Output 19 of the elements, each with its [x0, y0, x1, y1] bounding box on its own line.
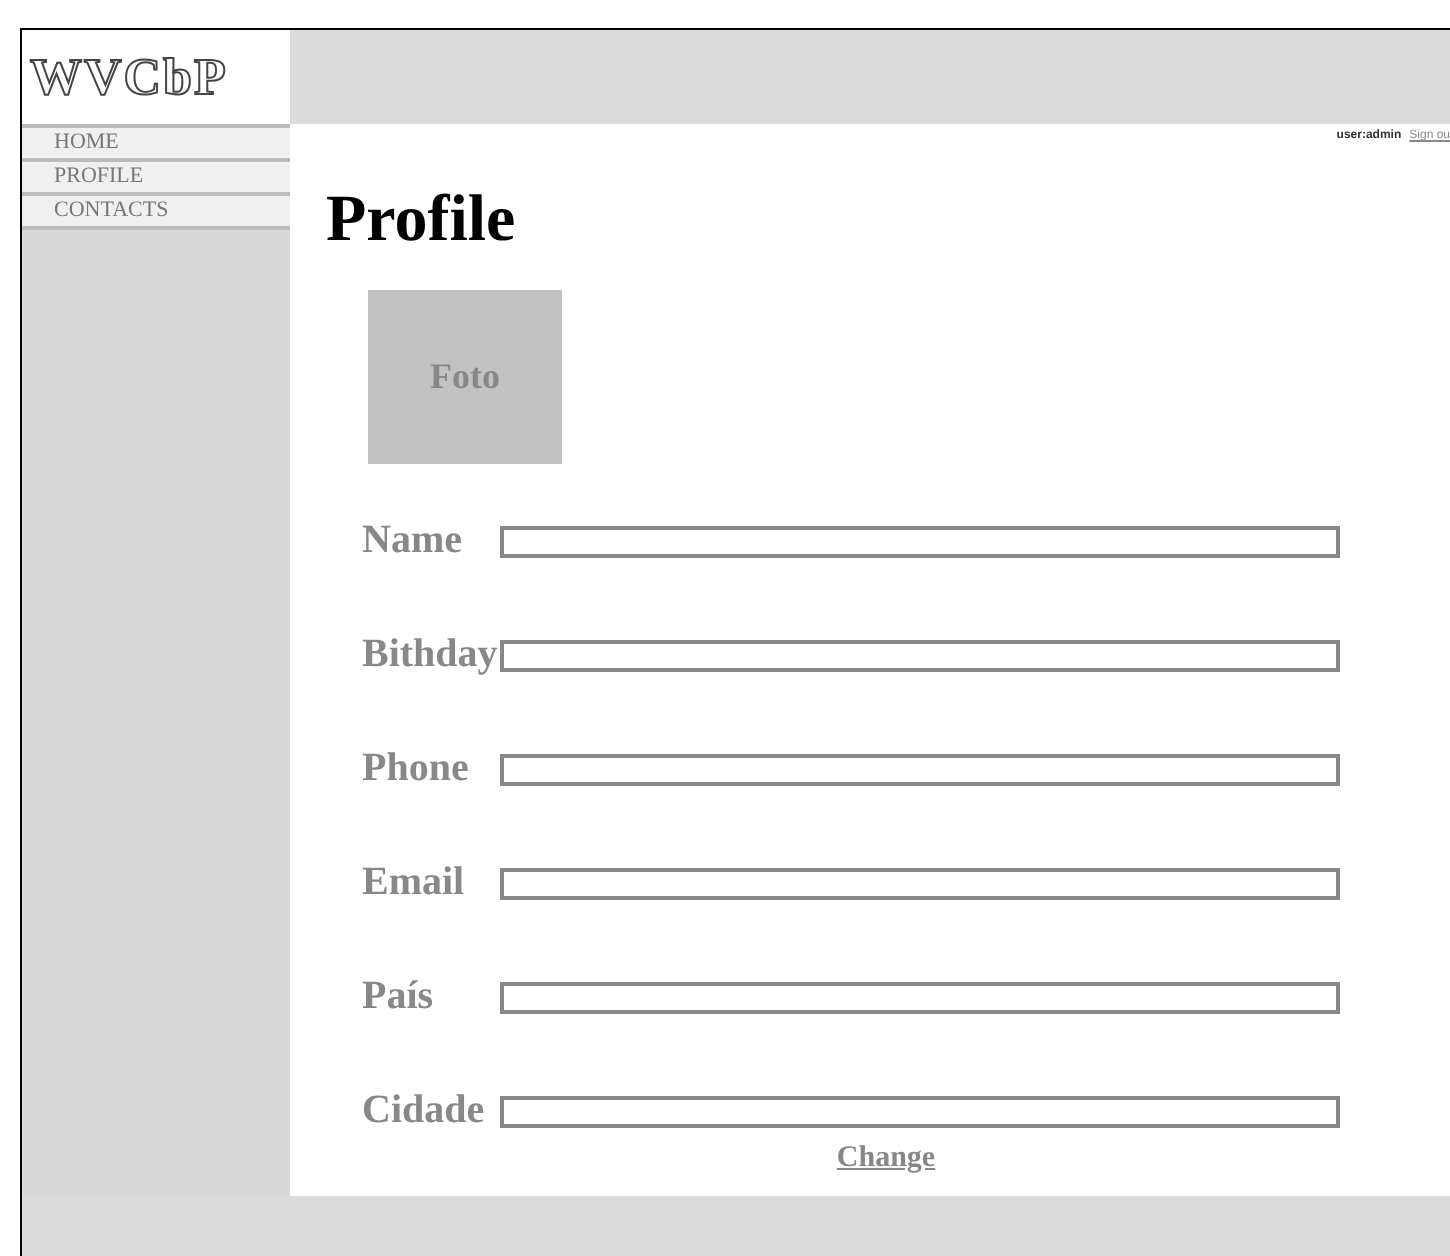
nav-link[interactable]: CONTACTS [22, 192, 290, 230]
nav-link[interactable]: PROFILE [22, 158, 290, 192]
input-field[interactable] [500, 753, 1340, 785]
field-label: Name [360, 518, 464, 564]
input-field[interactable] [500, 639, 1340, 671]
page-title: Profile [326, 182, 518, 258]
field-label: Phone [360, 746, 471, 792]
site-logo[interactable]: WVCbP [22, 30, 290, 124]
input-field[interactable] [500, 867, 1340, 899]
nav-link[interactable]: HOME [22, 124, 290, 158]
change-link[interactable]: Change [836, 1142, 936, 1174]
field-label: Cidade [360, 1088, 487, 1134]
input-field[interactable] [500, 525, 1340, 557]
photo-label: Foto [430, 356, 500, 398]
input-field[interactable] [500, 1095, 1340, 1127]
field-label: País [360, 974, 436, 1020]
field-label: Email [360, 860, 467, 906]
input-field[interactable] [500, 981, 1340, 1013]
field-label: Bithday [360, 632, 494, 678]
